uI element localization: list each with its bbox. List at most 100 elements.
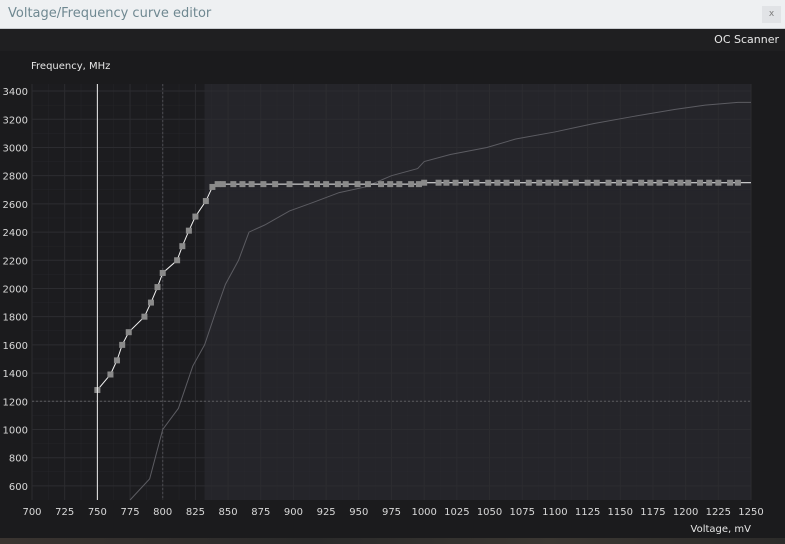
curve-point[interactable] bbox=[159, 269, 166, 276]
y-tick-label: 1000 bbox=[3, 425, 28, 436]
curve-point[interactable] bbox=[248, 181, 255, 188]
curve-point[interactable] bbox=[154, 284, 161, 291]
curve-point[interactable] bbox=[572, 179, 579, 186]
curve-point[interactable] bbox=[734, 179, 741, 186]
curve-point[interactable] bbox=[668, 179, 675, 186]
curve-point[interactable] bbox=[396, 181, 403, 188]
curve-point[interactable] bbox=[626, 179, 633, 186]
y-tick-label: 2600 bbox=[3, 200, 28, 211]
curve-point[interactable] bbox=[260, 181, 267, 188]
curve-point[interactable] bbox=[525, 179, 532, 186]
x-tick-label: 800 bbox=[153, 507, 172, 518]
x-tick-label: 1000 bbox=[411, 507, 436, 518]
curve-point[interactable] bbox=[286, 181, 293, 188]
curve-point[interactable] bbox=[334, 181, 341, 188]
curve-point[interactable] bbox=[147, 299, 154, 306]
x-tick-label: 700 bbox=[22, 507, 41, 518]
curve-point[interactable] bbox=[209, 183, 216, 190]
y-axis-ticks: 600 800 1000 1200 1400 1600 1800 2000 2200 2400 26… bbox=[3, 87, 28, 493]
x-tick-label: 1250 bbox=[738, 507, 763, 518]
y-tick-label: 2000 bbox=[3, 284, 28, 295]
curve-point[interactable] bbox=[202, 198, 209, 205]
curve-point[interactable] bbox=[421, 179, 428, 186]
curve-point[interactable] bbox=[113, 357, 120, 364]
curve-point[interactable] bbox=[179, 243, 186, 250]
curve-point[interactable] bbox=[174, 257, 181, 264]
curve-point[interactable] bbox=[697, 179, 704, 186]
x-axis-ticks: 700 725 750 775 800 825 850 875 900 925 950 975 1000… bbox=[22, 507, 763, 518]
curve-point[interactable] bbox=[387, 181, 394, 188]
curve-point[interactable] bbox=[214, 181, 221, 188]
curve-point[interactable] bbox=[473, 179, 480, 186]
curve-point[interactable] bbox=[605, 179, 612, 186]
curve-point[interactable] bbox=[303, 181, 310, 188]
curve-point[interactable] bbox=[536, 179, 543, 186]
curve-point[interactable] bbox=[715, 179, 722, 186]
curve-point[interactable] bbox=[378, 181, 385, 188]
x-tick-label: 750 bbox=[88, 507, 107, 518]
curve-point[interactable] bbox=[513, 179, 520, 186]
curve-point[interactable] bbox=[443, 179, 450, 186]
curve-point[interactable] bbox=[364, 181, 371, 188]
curve-point[interactable] bbox=[313, 181, 320, 188]
curve-point[interactable] bbox=[553, 179, 560, 186]
curve-point[interactable] bbox=[545, 179, 552, 186]
curve-point[interactable] bbox=[584, 179, 591, 186]
curve-point[interactable] bbox=[323, 181, 330, 188]
x-tick-label: 900 bbox=[284, 507, 303, 518]
curve-point[interactable] bbox=[685, 179, 692, 186]
vf-curve-chart[interactable]: 700 725 750 775 800 825 850 875 900 925 950 975 1000… bbox=[0, 0, 785, 544]
x-tick-label: 975 bbox=[382, 507, 401, 518]
y-axis-title: Frequency, MHz bbox=[31, 61, 110, 72]
curve-point[interactable] bbox=[239, 181, 246, 188]
curve-point[interactable] bbox=[415, 181, 422, 188]
curve-point[interactable] bbox=[342, 181, 349, 188]
y-tick-label: 2200 bbox=[3, 256, 28, 267]
curve-point[interactable] bbox=[463, 179, 470, 186]
curve-point[interactable] bbox=[354, 181, 361, 188]
curve-point[interactable] bbox=[615, 179, 622, 186]
x-tick-label: 1200 bbox=[673, 507, 698, 518]
curve-point[interactable] bbox=[562, 179, 569, 186]
x-axis-title: Voltage, mV bbox=[691, 524, 752, 535]
y-tick-label: 3000 bbox=[3, 143, 28, 154]
y-tick-label: 800 bbox=[9, 454, 28, 465]
curve-point[interactable] bbox=[141, 313, 148, 320]
curve-point[interactable] bbox=[408, 181, 415, 188]
x-tick-label: 1075 bbox=[510, 507, 535, 518]
curve-point[interactable] bbox=[647, 179, 654, 186]
curve-point[interactable] bbox=[107, 371, 114, 378]
curve-point[interactable] bbox=[727, 179, 734, 186]
editable-range-highlight bbox=[204, 84, 751, 500]
x-tick-label: 1150 bbox=[608, 507, 633, 518]
curve-point[interactable] bbox=[706, 179, 713, 186]
y-tick-label: 2400 bbox=[3, 228, 28, 239]
y-tick-label: 3200 bbox=[3, 115, 28, 126]
x-tick-label: 1225 bbox=[706, 507, 731, 518]
curve-point[interactable] bbox=[435, 179, 442, 186]
curve-point[interactable] bbox=[272, 181, 279, 188]
curve-point[interactable] bbox=[677, 179, 684, 186]
y-tick-label: 1600 bbox=[3, 341, 28, 352]
curve-point[interactable] bbox=[230, 181, 237, 188]
vf-curve-editor-window: Voltage/Frequency curve editor x OC Scan… bbox=[0, 0, 785, 544]
x-tick-label: 950 bbox=[349, 507, 368, 518]
curve-point[interactable] bbox=[656, 179, 663, 186]
y-tick-label: 600 bbox=[9, 482, 28, 493]
curve-point[interactable] bbox=[192, 213, 199, 220]
curve-point[interactable] bbox=[494, 179, 501, 186]
x-tick-label: 925 bbox=[317, 507, 336, 518]
curve-point[interactable] bbox=[593, 179, 600, 186]
y-tick-label: 1800 bbox=[3, 313, 28, 324]
y-tick-label: 3400 bbox=[3, 87, 28, 98]
curve-point[interactable] bbox=[125, 329, 132, 336]
curve-point[interactable] bbox=[485, 179, 492, 186]
curve-point[interactable] bbox=[503, 179, 510, 186]
x-tick-label: 875 bbox=[251, 507, 270, 518]
curve-point[interactable] bbox=[119, 341, 126, 348]
curve-point[interactable] bbox=[638, 179, 645, 186]
x-tick-label: 825 bbox=[186, 507, 205, 518]
curve-point[interactable] bbox=[219, 181, 226, 188]
curve-point[interactable] bbox=[185, 227, 192, 234]
curve-point[interactable] bbox=[452, 179, 459, 186]
